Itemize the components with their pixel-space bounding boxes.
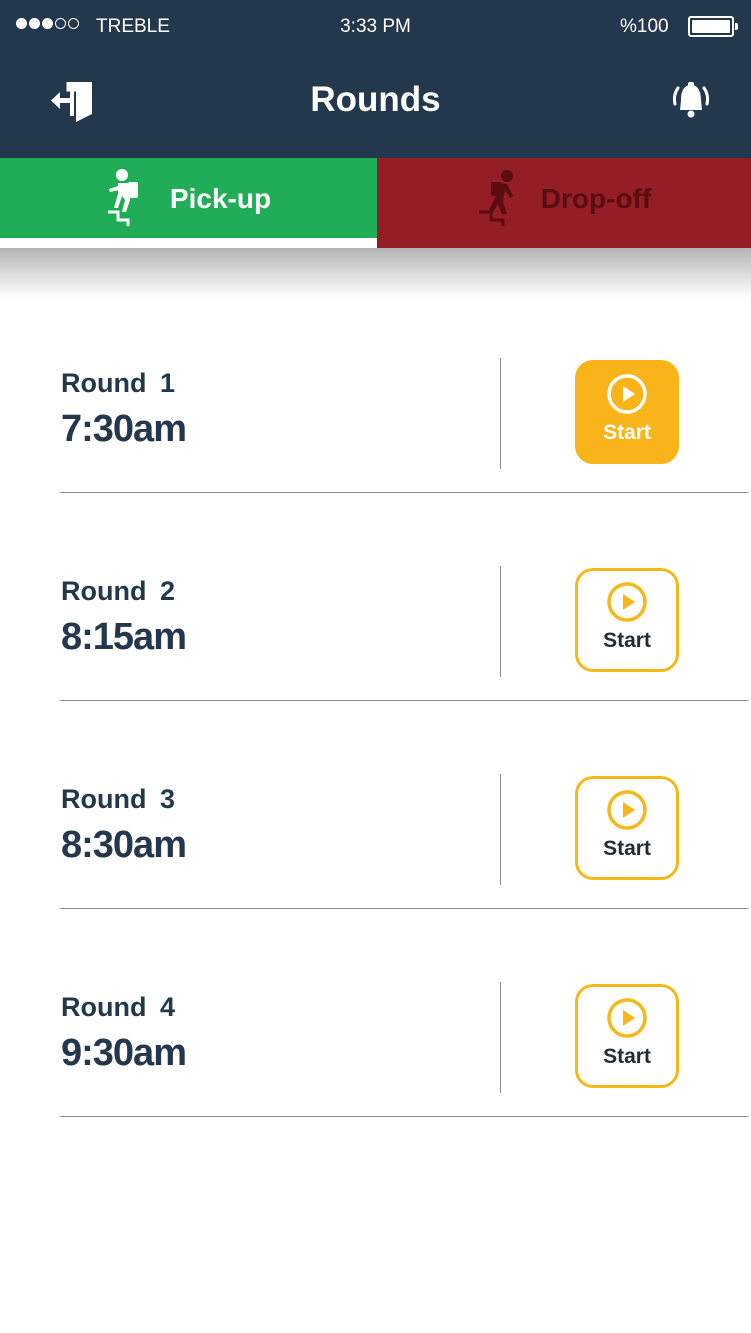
tab-pickup[interactable]: Pick-up xyxy=(0,158,377,248)
notifications-button[interactable] xyxy=(670,80,712,120)
start-round-button[interactable]: Start xyxy=(575,984,679,1088)
round-label: Round 4 xyxy=(61,992,175,1022)
play-circle-icon xyxy=(607,582,647,622)
round-time: 8:30am xyxy=(61,824,187,866)
vertical-divider xyxy=(500,774,501,885)
tab-shadow xyxy=(0,248,751,298)
round-row: Round 4 9:30am Start xyxy=(0,922,751,1130)
person-climbing-stairs-icon xyxy=(107,169,138,226)
start-label: Start xyxy=(603,421,651,444)
round-label: Round 2 xyxy=(61,576,175,606)
start-round-button[interactable]: Start xyxy=(575,776,679,880)
round-time: 8:15am xyxy=(61,616,187,658)
play-circle-icon xyxy=(607,374,647,414)
round-row: Round 2 8:15am Start xyxy=(0,506,751,714)
battery-percentage: %100 xyxy=(620,16,669,37)
round-row: Round 1 7:30am Start xyxy=(0,298,751,506)
round-time: 9:30am xyxy=(61,1032,187,1074)
round-label: Round 3 xyxy=(61,784,175,814)
selected-tab-indicator xyxy=(0,238,377,248)
battery-icon xyxy=(688,16,738,37)
row-divider xyxy=(60,492,748,493)
start-round-button[interactable]: Start xyxy=(575,568,679,672)
vertical-divider xyxy=(500,358,501,469)
rounds-list: Round 1 7:30am Start Round 2 8:15am Star… xyxy=(0,298,751,1130)
tab-dropoff[interactable]: Drop-off xyxy=(377,158,751,248)
vertical-divider xyxy=(500,982,501,1093)
play-circle-icon xyxy=(607,790,647,830)
round-label: Round 1 xyxy=(61,368,175,398)
row-divider xyxy=(60,1116,748,1117)
round-time: 7:30am xyxy=(61,408,187,450)
status-bar: TREBLE 3:33 PM %100 xyxy=(0,0,751,54)
round-row: Round 3 8:30am Start xyxy=(0,714,751,922)
start-label: Start xyxy=(603,837,651,860)
tab-bar: Pick-up Drop-off xyxy=(0,158,751,248)
row-divider xyxy=(60,700,748,701)
tab-dropoff-label: Drop-off xyxy=(540,183,652,214)
play-circle-icon xyxy=(607,998,647,1038)
nav-bar: Rounds xyxy=(0,54,751,158)
start-round-button[interactable]: Start xyxy=(575,360,679,464)
person-descending-stairs-icon xyxy=(478,170,513,226)
start-label: Start xyxy=(603,629,651,652)
tab-pickup-label: Pick-up xyxy=(169,183,272,214)
vertical-divider xyxy=(500,566,501,677)
page-title: Rounds xyxy=(310,80,441,119)
start-label: Start xyxy=(603,1045,651,1068)
row-divider xyxy=(60,908,748,909)
bell-ringing-icon xyxy=(672,82,710,118)
